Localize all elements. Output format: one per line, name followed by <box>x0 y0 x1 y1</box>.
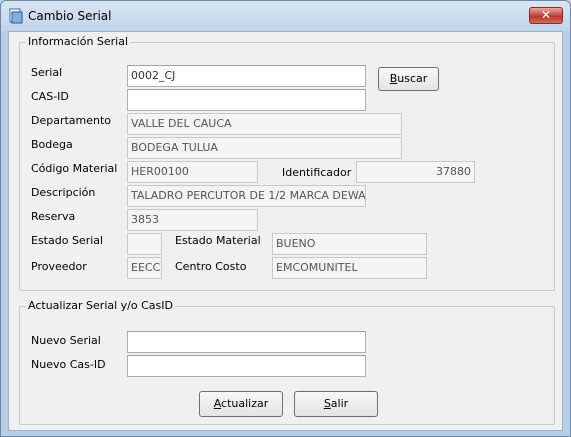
dialog-body: Información Serial Serial 0002_CJ Buscar… <box>8 31 563 431</box>
reserva-label: Reserva <box>31 210 76 223</box>
cambio-serial-window: Cambio Serial ✕ Información Serial Seria… <box>0 0 571 437</box>
actualizar-button[interactable]: Actualizar <box>199 391 283 417</box>
actualizar-serial-group: Actualizar Serial y/o CasID Nuevo Serial… <box>19 299 555 425</box>
casid-label: CAS-ID <box>31 90 69 103</box>
app-icon <box>9 8 23 24</box>
bodega-label: Bodega <box>31 138 73 151</box>
centro-costo-label: Centro Costo <box>175 260 247 273</box>
salir-button[interactable]: Salir <box>294 391 378 417</box>
identificador-field: 37880 <box>356 161 475 183</box>
casid-input[interactable] <box>127 89 366 111</box>
informacion-serial-group: Información Serial Serial 0002_CJ Buscar… <box>19 35 555 291</box>
identificador-label: Identificador <box>282 166 352 179</box>
close-icon: ✕ <box>540 8 552 22</box>
nuevo-serial-input[interactable] <box>127 331 366 353</box>
estado-serial-label: Estado Serial <box>31 234 104 247</box>
descripcion-field: TALADRO PERCUTOR DE 1/2 MARCA DEWA <box>127 185 366 207</box>
descripcion-label: Descripción <box>31 186 96 199</box>
estado-material-label: Estado Material <box>175 234 261 247</box>
window-title: Cambio Serial <box>28 9 112 23</box>
serial-input[interactable]: 0002_CJ <box>127 65 366 87</box>
group-legend: Información Serial <box>26 35 131 48</box>
departamento-field: VALLE DEL CAUCA <box>127 113 402 135</box>
codigo-material-label: Código Material <box>31 162 118 175</box>
proveedor-label: Proveedor <box>31 260 87 273</box>
group-legend: Actualizar Serial y/o CasID <box>26 299 175 312</box>
nuevo-casid-label: Nuevo Cas-ID <box>31 358 106 371</box>
estado-serial-field <box>127 233 162 255</box>
reserva-field: 3853 <box>127 209 258 231</box>
serial-label: Serial <box>31 66 63 79</box>
proveedor-field: EECC <box>127 257 162 279</box>
title-bar[interactable]: Cambio Serial ✕ <box>1 1 570 31</box>
departamento-label: Departamento <box>31 114 112 127</box>
bodega-field: BODEGA TULUA <box>127 137 402 159</box>
close-button[interactable]: ✕ <box>529 7 563 24</box>
nuevo-casid-input[interactable] <box>127 355 366 377</box>
nuevo-serial-label: Nuevo Serial <box>31 334 101 347</box>
centro-costo-field: EMCOMUNITEL <box>272 257 427 279</box>
codigo-material-field: HER00100 <box>127 161 258 183</box>
estado-material-field: BUENO <box>272 233 427 255</box>
buscar-button[interactable]: Buscar <box>378 67 439 91</box>
